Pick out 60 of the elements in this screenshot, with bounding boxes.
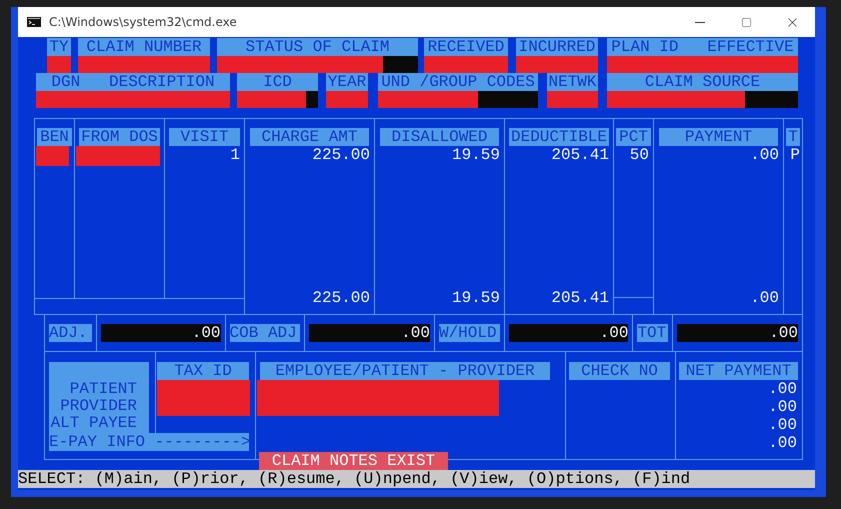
field-label: PLAN ID EFFECTIVE [607,38,798,56]
data-field [306,91,318,108]
field-label: DGN DESCRIPTION [36,73,230,91]
column-header: PAYMENT [659,128,778,146]
total-cell-text: .00 [749,289,780,307]
total-cell-text: 19.59 [450,289,501,307]
payee-role: ALT PAYEE [50,414,137,431]
table-cell-text: 205.41 [550,146,610,164]
maximize-icon [740,16,752,28]
amount-field: .00 [309,324,430,342]
table-cell-text: P [789,146,801,164]
data-field [383,56,418,73]
data-field [478,91,538,108]
console-icon [27,17,41,27]
net-payment-value: .00 [767,380,798,398]
payee-role: PROVIDER [60,397,137,414]
field-label: TY [47,38,71,56]
field-label: CLAIM SOURCE [607,73,798,91]
column-header: EMPLOYEE/PATIENT - PROVIDER [260,362,550,380]
column-header: DEDUCTIBLE [509,128,609,146]
table-cell-text: 19.59 [450,146,501,164]
adjustment-label: COB ADJ [230,324,300,342]
adjustment-label: TOT [637,324,668,342]
table-cell-text: .00 [749,146,780,164]
column-header: DISALLOWED [380,128,499,146]
table-cell-text: 225.00 [311,146,371,164]
field-label: ICD [237,73,318,91]
status-bar: SELECT: (M)ain, (P)rior, (R)esume, (U)npend, (V)iew, (O)ptions, (F)ind [18,470,815,488]
field-label: CLAIM NUMBER [78,38,210,56]
field-label: RECEIVED [424,38,508,56]
net-payment-value: .00 [767,434,798,452]
amount-field: .00 [677,324,798,342]
column-header: CHARGE AMT [250,128,369,146]
window-title: C:\Windows\system32\cmd.exe [49,15,238,29]
net-payment-value: .00 [767,398,798,416]
field-label: STATUS OF CLAIM [217,38,418,56]
net-payment-value: .00 [767,416,798,434]
claim-notes-notice: CLAIM NOTES EXIST [259,452,448,470]
amount-field: .00 [508,324,628,342]
table-cell-text: 50 [628,146,650,164]
column-header: PCT [616,128,651,146]
field-label: UND /GROUP CODES [378,73,538,91]
field-label: INCURRED [516,38,598,56]
table-cell-text: 1 [229,146,241,164]
data-field [745,91,798,108]
total-cell-text: 205.41 [550,289,610,307]
field-label: NETWK [547,73,598,91]
field-label: YEAR [326,73,368,91]
column-header: FROM DOS [79,128,160,146]
column-header: NET PAYMENT [679,362,798,380]
adjustment-label: W/HOLD [438,324,500,342]
total-cell-text: 225.00 [311,289,371,307]
payee-role: PATIENT [70,380,137,397]
column-header: CHECK NO [569,362,670,380]
adjustment-label: ADJ. [49,324,92,342]
column-header: BEN [37,128,72,146]
amount-field: .00 [100,324,221,342]
column-header: TAX ID [157,362,249,380]
column-header: VISIT [169,128,240,146]
column-header: T [786,128,800,146]
